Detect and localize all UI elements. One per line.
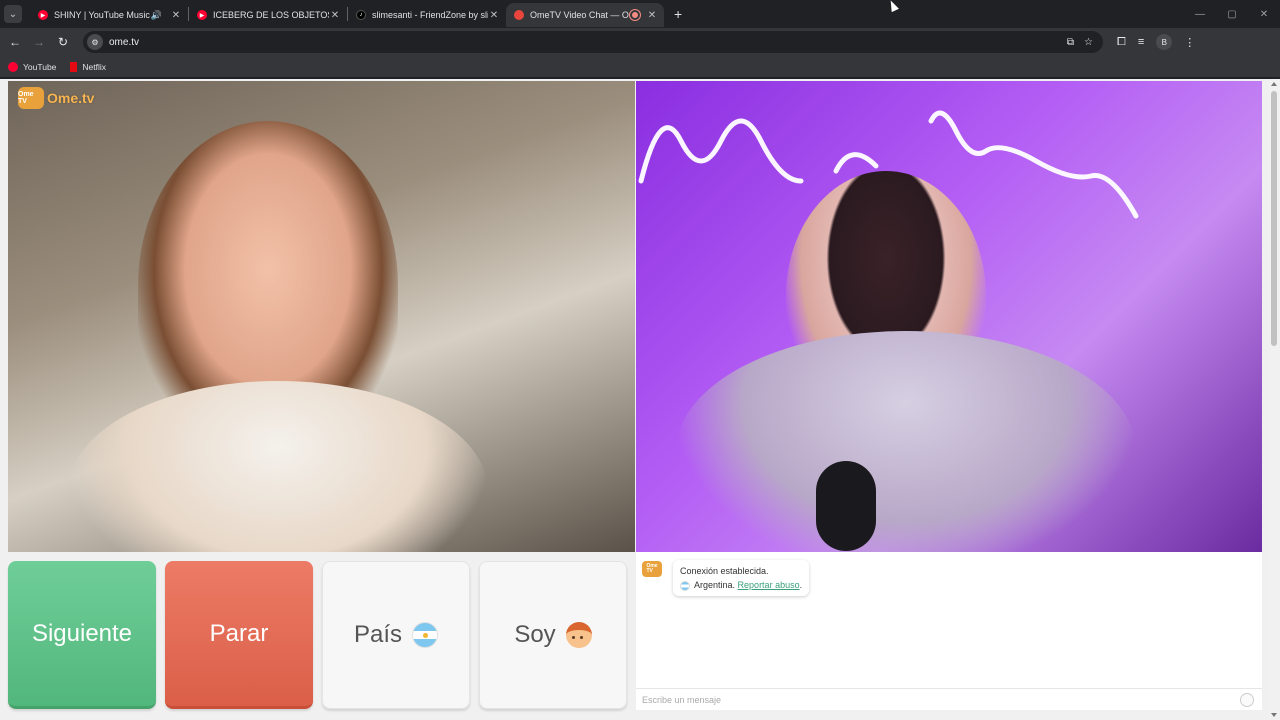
new-tab-button[interactable]: + [674, 6, 682, 22]
ometv-page: Ome TV Ome.tv Siguiente Parar País Soy O… [0, 79, 1280, 720]
maximize-icon[interactable]: ▢ [1216, 9, 1248, 20]
bookmarks-bar: YouTube Netflix [0, 56, 1280, 78]
ometv-logo-badge: Ome TV [18, 87, 44, 109]
gender-button-label: Soy [514, 621, 556, 648]
stranger-video: Ome TV Ome.tv [8, 81, 635, 552]
tab-youtube-iceberg[interactable]: ▶ ICEBERG DE LOS OBJETOS PERD ✕ [189, 3, 347, 27]
speaker-icon[interactable]: 🔊 [151, 10, 162, 21]
self-video [636, 81, 1262, 552]
site-info-icon[interactable]: ⚙ [87, 34, 103, 50]
tab-tiktok[interactable]: ♪ slimesanti - FriendZone by slim ✕ [348, 3, 506, 27]
menu-kebab-icon[interactable]: ⋮ [1184, 36, 1195, 49]
scroll-down-arrow-icon[interactable] [1271, 713, 1277, 717]
tab-title: SHINY | YouTube Music [54, 10, 150, 20]
tab-ometv[interactable]: OmeTV Video Chat — Ome ✕ [506, 3, 664, 27]
tab-youtube-music[interactable]: ▶ SHINY | YouTube Music 🔊 ✕ [30, 3, 188, 27]
window-controls: — ▢ ✕ [1184, 0, 1280, 28]
url-text[interactable]: ome.tv [109, 37, 139, 48]
tab-search-button[interactable]: ⌄ [4, 5, 22, 23]
extensions-icon[interactable]: ⧠ [1117, 36, 1126, 49]
close-tab-icon[interactable]: ✕ [170, 10, 182, 21]
microphone [816, 461, 876, 551]
connection-status-text: Conexión establecida. [680, 566, 769, 576]
message-input[interactable]: Escribe un mensaje [636, 688, 1262, 710]
scrollbar-thumb[interactable] [1271, 91, 1277, 346]
argentina-flag-icon [680, 580, 690, 591]
close-tab-icon[interactable]: ✕ [488, 10, 500, 21]
bookmark-youtube[interactable]: YouTube [8, 61, 57, 72]
tab-title: slimesanti - FriendZone by slim [372, 10, 488, 20]
reload-icon[interactable]: ↻ [51, 35, 75, 49]
recording-icon [630, 10, 640, 20]
youtube-music-icon: ▶ [38, 10, 48, 20]
stranger-shirt [68, 381, 488, 552]
chat-panel: Ome TV Conexión establecida. Argentina. R… [636, 552, 1262, 710]
system-message: Conexión establecida. Argentina. Reporta… [673, 560, 810, 596]
argentina-flag-icon [412, 622, 439, 648]
country-button-label: País [353, 621, 403, 648]
youtube-icon: ▶ [197, 10, 207, 20]
minimize-icon[interactable]: — [1184, 9, 1216, 20]
netflix-icon [70, 61, 78, 72]
profile-avatar[interactable]: B [1156, 34, 1173, 50]
bookmark-label: Netflix [82, 61, 107, 72]
partner-country-line: Argentina. Reportar abuso. [680, 578, 802, 592]
stop-button[interactable]: Parar [165, 561, 313, 709]
stop-button-label: Parar [209, 619, 269, 647]
ometv-icon [514, 10, 524, 20]
partner-country: Argentina. [694, 580, 736, 590]
address-bar[interactable]: ⚙ ome.tv ⧉ ☆ [83, 31, 1103, 53]
forward-arrow-icon[interactable]: → [27, 35, 51, 49]
back-arrow-icon[interactable]: ← [3, 35, 27, 49]
youtube-icon [8, 61, 18, 72]
page-scrollbar[interactable] [1268, 79, 1280, 720]
emoji-picker-icon[interactable] [1240, 693, 1254, 707]
next-button[interactable]: Siguiente [8, 561, 156, 709]
next-button-label: Siguiente [31, 619, 133, 647]
tab-title: ICEBERG DE LOS OBJETOS PERD [213, 10, 329, 20]
cast-icon[interactable]: ⧉ [1067, 37, 1074, 48]
close-tab-icon[interactable]: ✕ [329, 10, 341, 21]
self-shirt [676, 331, 1136, 552]
close-window-icon[interactable]: ✕ [1248, 9, 1280, 20]
boy-emoji-icon [565, 622, 592, 648]
bookmark-star-icon[interactable]: ☆ [1084, 37, 1093, 48]
ometv-logo-text: Ome.tv [47, 90, 95, 106]
ometv-chat-logo-icon: Ome TV [642, 561, 662, 577]
browser-toolbar: ← → ↻ ⚙ ome.tv ⧉ ☆ ⧠ ≡ B ⋮ [0, 28, 1280, 56]
ometv-logo: Ome TV Ome.tv [18, 87, 94, 109]
close-tab-icon[interactable]: ✕ [646, 10, 658, 21]
bookmark-label: YouTube [23, 61, 57, 72]
scroll-up-arrow-icon[interactable] [1271, 82, 1277, 86]
media-control-icon[interactable]: ≡ [1138, 36, 1144, 48]
tab-title: OmeTV Video Chat — Ome [530, 10, 630, 20]
tab-strip: ⌄ ▶ SHINY | YouTube Music 🔊 ✕ ▶ ICEBERG … [0, 0, 1280, 28]
tiktok-icon: ♪ [356, 10, 366, 20]
message-input-placeholder: Escribe un mensaje [642, 694, 722, 705]
report-abuse-link[interactable]: Reportar abuso [738, 580, 800, 590]
country-button[interactable]: País [322, 561, 470, 709]
gender-button[interactable]: Soy [479, 561, 627, 709]
bookmark-netflix[interactable]: Netflix [70, 61, 107, 72]
report-suffix: . [799, 580, 803, 590]
